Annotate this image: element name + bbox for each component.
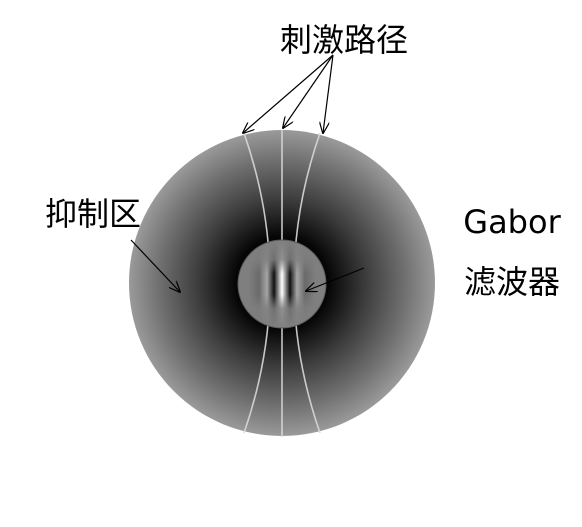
inhibition-zone-label: 抑制区 (45, 195, 141, 233)
gabor-surround-diagram: 刺激路径 抑制区 Gabor 滤波器 (45, 21, 562, 437)
gabor-label-line1: Gabor (463, 203, 561, 241)
stimulus-path-label: 刺激路径 (280, 21, 408, 59)
gabor-label-line2: 滤波器 (464, 263, 560, 301)
